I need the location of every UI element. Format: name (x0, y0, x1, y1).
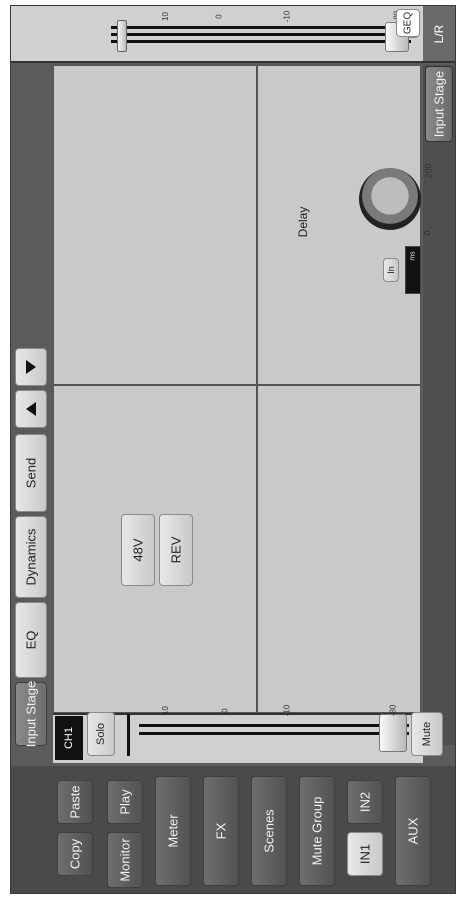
tab-input-stage-left[interactable]: Input Stage (15, 681, 47, 747)
tab-input-stage[interactable]: Input Stage (425, 66, 453, 142)
channel-fader-cap[interactable] (379, 714, 407, 752)
master-meter-bar (111, 33, 411, 36)
channel-scale-0: 0 (220, 708, 230, 713)
empty-panel (257, 385, 421, 713)
scroll-down-button[interactable] (15, 348, 47, 386)
channel-meter-bar-2 (139, 732, 409, 735)
master-fader-knob[interactable] (117, 20, 127, 52)
reverse-button[interactable]: REV (159, 514, 193, 586)
channel-name-box: CH1 (55, 716, 83, 760)
in1-button[interactable]: IN1 (347, 832, 383, 876)
triangle-down-icon (26, 360, 36, 374)
master-label: L/R (432, 24, 446, 43)
in2-button[interactable]: IN2 (347, 780, 383, 824)
master-strip: L/R GEQ 10 0 -10 -80 (11, 6, 455, 63)
master-fader-track (111, 26, 411, 29)
mute-group-button[interactable]: Mute Group (299, 776, 335, 886)
tab-dynamics[interactable]: Dynamics (15, 516, 47, 598)
channel-scale-minus10: -10 (282, 704, 292, 717)
master-scale-minus10: -10 (282, 10, 292, 23)
channel-scale-minus80: -80 (388, 704, 398, 717)
monitor-button[interactable]: Monitor (107, 832, 143, 888)
channel-solo-button[interactable]: Solo (87, 712, 115, 756)
master-scale-0: 0 (214, 14, 224, 19)
channel-fader-track (127, 714, 130, 756)
tab-eq[interactable]: EQ (15, 602, 47, 678)
delay-knob[interactable] (359, 168, 421, 230)
mixer-app: L/R GEQ 10 0 -10 -80 Input Stage Input (10, 5, 456, 894)
paste-button[interactable]: Paste (57, 780, 93, 824)
master-scale-10: 10 (160, 12, 170, 21)
delay-value-display[interactable]: ms (405, 246, 421, 294)
meter-button[interactable]: Meter (155, 776, 191, 886)
scroll-up-button[interactable] (15, 390, 47, 428)
master-geq-button[interactable]: GEQ (396, 9, 420, 37)
scenes-button[interactable]: Scenes (251, 776, 287, 886)
delay-in-button[interactable]: In (383, 258, 399, 282)
delay-knob-max: 200 (423, 163, 434, 179)
copy-button[interactable]: Copy (57, 832, 93, 876)
channel-meter-bar (139, 724, 409, 727)
channel-mute-button[interactable]: Mute (411, 712, 443, 756)
triangle-up-icon (26, 402, 36, 416)
tab-send[interactable]: Send (15, 434, 47, 512)
fx-button[interactable]: FX (203, 776, 239, 886)
master-meter-bar-2 (111, 40, 411, 43)
master-label-box: L/R (423, 6, 455, 61)
delay-title: Delay (296, 206, 310, 238)
play-button[interactable]: Play (107, 780, 143, 824)
input-stage-panel (53, 65, 257, 385)
phantom-48v-button[interactable]: 48V (121, 514, 155, 586)
aux-button[interactable]: AUX (395, 776, 431, 886)
phantom-panel (53, 385, 257, 713)
channel-scale-10: 10 (160, 706, 170, 715)
delay-knob-min: 0 (422, 230, 433, 236)
